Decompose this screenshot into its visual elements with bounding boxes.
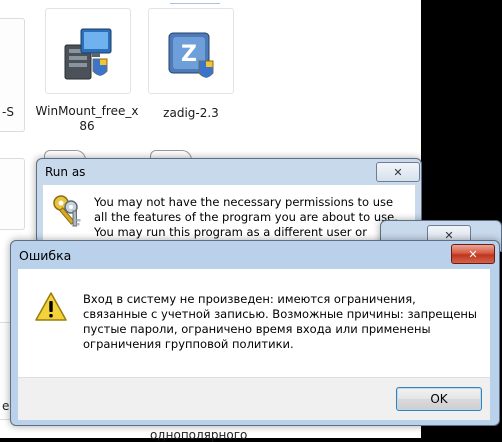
- error-title: Ошибка: [19, 248, 72, 263]
- file-name-line: 86: [79, 119, 95, 133]
- run-as-message: You may not have the necessary permissio…: [94, 195, 398, 243]
- ok-button[interactable]: OK: [396, 387, 482, 411]
- top-tile-edge: [170, 0, 220, 4]
- keys-icon: [53, 195, 81, 227]
- file-tile-winmount[interactable]: [45, 8, 131, 94]
- file-label-bottom: однополярного: [150, 428, 248, 442]
- error-message: Вход в систему не произведен: имеются ог…: [83, 292, 478, 351]
- installer-icon: [64, 28, 112, 80]
- error-dialog: Ошибка ✕ Вход в систему не произведен: и…: [10, 240, 500, 426]
- run-as-dialog: Run as ✕ You may not have the necessary …: [36, 158, 422, 244]
- error-client-area: Вход в систему не произведен: имеются ог…: [18, 269, 490, 377]
- file-name-line: WinMount_free_x: [35, 104, 139, 118]
- left-file-tile[interactable]: -S: [0, 18, 25, 132]
- left-file-label: -S: [2, 105, 14, 119]
- file-label-zadig: zadig-2.3: [163, 106, 219, 120]
- run-as-close-button[interactable]: ✕: [376, 162, 420, 182]
- zadig-icon: Z: [168, 32, 214, 78]
- error-close-button[interactable]: ✕: [451, 244, 495, 264]
- warning-icon: [35, 292, 67, 321]
- error-footer: OK: [18, 377, 490, 420]
- close-icon: ✕: [468, 247, 478, 261]
- run-as-title: Run as: [45, 165, 86, 179]
- left-file-tile[interactable]: [0, 158, 25, 230]
- svg-text:Z: Z: [181, 42, 197, 67]
- file-tile-zadig[interactable]: Z: [148, 8, 234, 94]
- file-label-winmount: WinMount_free_x 86: [30, 104, 144, 134]
- run-as-client-area: You may not have the necessary permissio…: [43, 185, 415, 243]
- close-icon: ✕: [393, 165, 403, 179]
